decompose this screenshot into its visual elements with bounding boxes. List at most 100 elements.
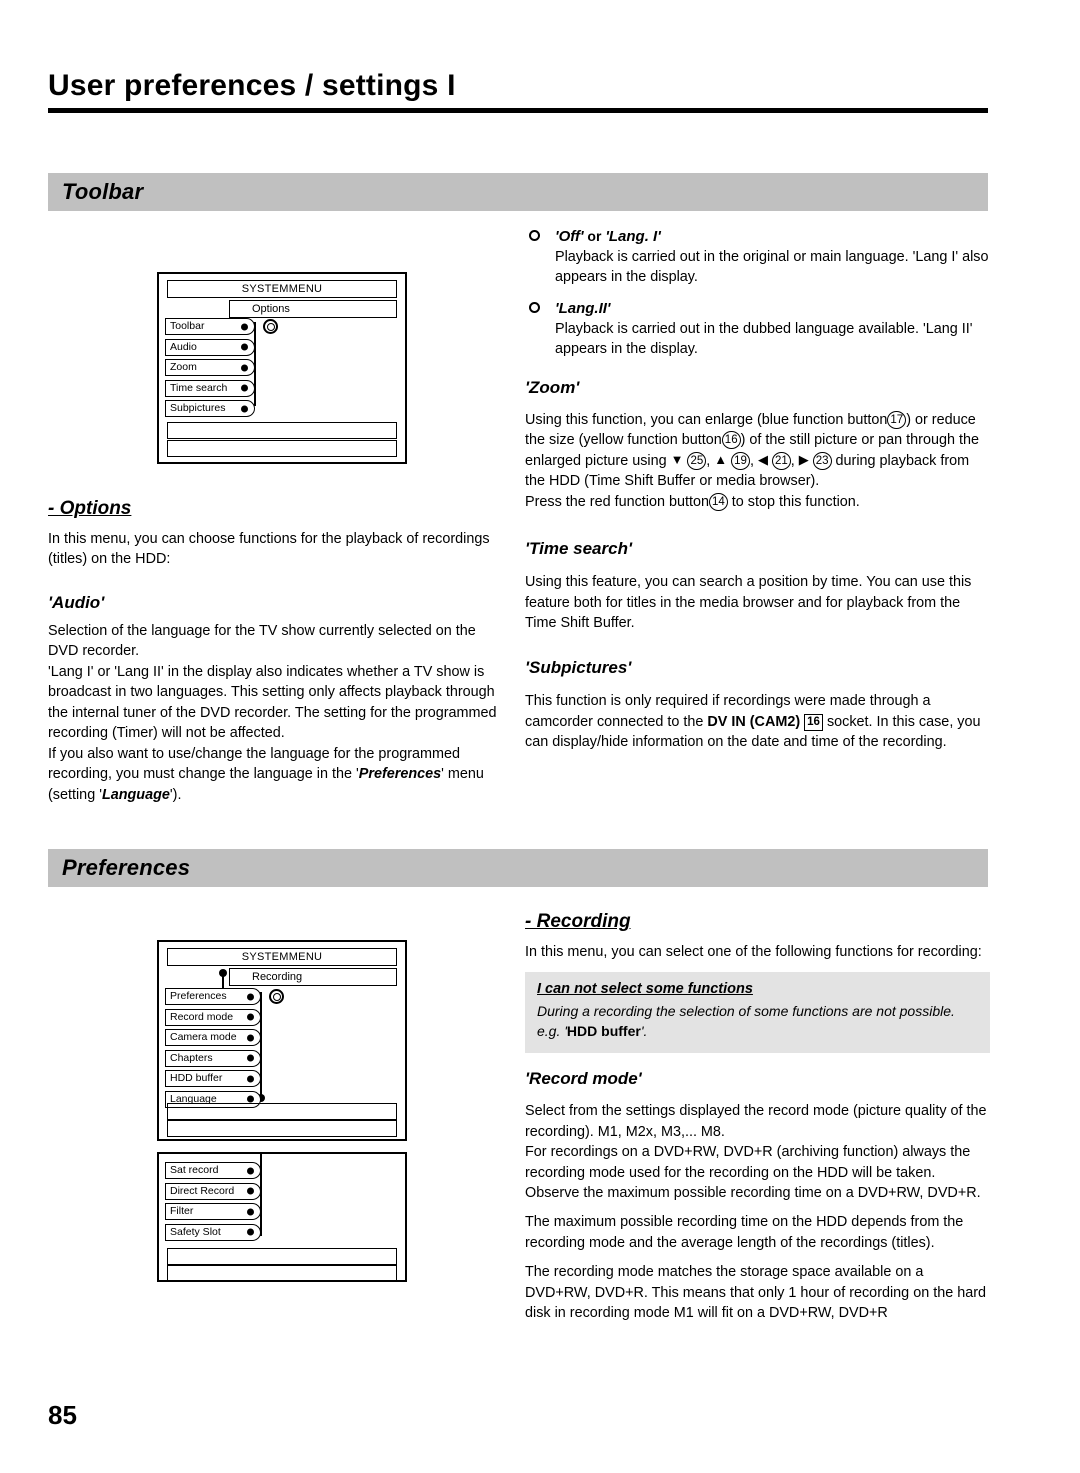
- tv-menu-pill-dot: [247, 1208, 254, 1215]
- tv-menu-pill-time-search[interactable]: Time search: [165, 379, 255, 397]
- bullet-title-a: 'Off': [555, 228, 584, 245]
- audio-p3-language: Language: [101, 786, 170, 803]
- recording-heading: - Recording: [525, 911, 631, 932]
- tv-menu-recording-2: Sat record Direct Record Filter Safety S…: [157, 1152, 407, 1282]
- tv-menu-pill-dot: [247, 1167, 254, 1174]
- tv-menu-pill-record-mode[interactable]: Record mode: [165, 1008, 261, 1026]
- tv-menu-item[interactable]: Toolbar: [165, 318, 278, 338]
- key-14: 14: [709, 492, 728, 511]
- record-mode-heading: 'Record mode': [525, 1069, 642, 1089]
- record-mode-p3: Observe the maximum possible recording t…: [525, 1185, 981, 1202]
- tv-menu-pill-label: Subpictures: [170, 402, 226, 415]
- tv-menu-pill-dot: [241, 384, 248, 392]
- tv-menu-item[interactable]: HDD buffer: [165, 1070, 261, 1090]
- record-mode-p1: Select from the settings displayed the r…: [525, 1103, 987, 1140]
- tv-menu-pill-toolbar[interactable]: Toolbar: [165, 318, 255, 335]
- bullet-off-lang1-body: Playback is carried out in the original …: [555, 249, 989, 286]
- tv-menu-item[interactable]: Safety Slot: [165, 1223, 261, 1244]
- tv-menu-pill-label: Camera mode: [170, 1031, 237, 1044]
- key-16-box: 16: [804, 713, 823, 731]
- bullet-title-b: 'Lang. I': [605, 228, 661, 245]
- note-body-c: '.: [640, 1023, 648, 1040]
- tv-menu-pill-label: HDD buffer: [170, 1072, 223, 1085]
- tv-menu-pill-dot: [241, 323, 248, 330]
- tv-menu-pill-dot: [241, 364, 248, 371]
- tv-menu-recording-titlebar: SYSTEMMENU: [167, 948, 397, 966]
- tv-menu-pill-audio[interactable]: Audio: [165, 338, 255, 356]
- tv-menu-pill-camera-mode[interactable]: Camera mode: [165, 1029, 261, 1046]
- key-16: 16: [721, 431, 741, 450]
- tv-menu-item[interactable]: Preferences: [165, 988, 284, 1008]
- tv-menu-pill-label: Toolbar: [170, 320, 205, 333]
- tv-menu-pill-label: Zoom: [170, 361, 197, 374]
- bullet-title-a: 'Lang.II': [555, 299, 611, 317]
- bullet-off-lang1-title: 'Off' or 'Lang. I': [555, 228, 990, 245]
- tv-menu-item[interactable]: Camera mode: [165, 1029, 261, 1049]
- tv-menu-pill-filter[interactable]: Filter: [165, 1203, 261, 1220]
- tv-menu-options-titlebar: SYSTEMMENU: [167, 280, 397, 298]
- audio-p3-preferences: Preferences: [358, 766, 442, 783]
- zoom-p1: Using this function, you can enlarge (bl…: [525, 410, 979, 490]
- section-bar-toolbar: Toolbar: [48, 173, 988, 211]
- tv-menu-pill-safety-slot[interactable]: Safety Slot: [165, 1223, 261, 1241]
- tv-menu-item[interactable]: Zoom: [165, 359, 255, 379]
- key-25: 25: [687, 451, 707, 470]
- tv-menu-item[interactable]: Sat record: [165, 1162, 261, 1182]
- dv-in-cam2-label: DV IN (CAM2): [707, 713, 801, 730]
- tv-menu-pill-preferences[interactable]: Preferences: [165, 988, 261, 1005]
- subpictures-heading: 'Subpictures': [525, 658, 632, 678]
- tv-menu-recording-2-footbar-2: [167, 1265, 397, 1282]
- bullet-lang2: 'Lang.II' Playback is carried out in the…: [525, 300, 990, 360]
- options-heading: - Options: [48, 498, 132, 519]
- tv-menu-pill-dot: [247, 1187, 254, 1195]
- tv-menu-item[interactable]: Filter: [165, 1203, 261, 1223]
- tv-menu-pill-dot: [241, 405, 248, 412]
- bullet-circle-icon: [529, 301, 540, 313]
- header-rule: [48, 107, 988, 113]
- record-mode-p4: The maximum possible recording time on t…: [525, 1214, 964, 1251]
- tv-menu-pill-sat-record[interactable]: Sat record: [165, 1162, 261, 1179]
- record-mode-p2: For recordings on a DVD+RW, DVD+R (archi…: [525, 1144, 971, 1181]
- tv-menu-recording-footbar-1: [167, 1103, 397, 1120]
- tv-menu-options-items: Toolbar Audio Zoom Time search Subpictur…: [165, 318, 278, 421]
- tv-menu-item[interactable]: Record mode: [165, 1008, 261, 1029]
- tv-menu-recording-footbar-2: [167, 1120, 397, 1137]
- tv-menu-pill-subpictures[interactable]: Subpictures: [165, 400, 255, 417]
- zoom-p2: Press the red function button 14 to stop …: [525, 492, 990, 512]
- note-body: During a recording the selection of some…: [537, 1002, 978, 1042]
- tv-menu-options-footbar-2: [167, 440, 397, 457]
- audio-heading: 'Audio': [48, 592, 105, 612]
- tv-menu-pill-hdd-buffer[interactable]: HDD buffer: [165, 1070, 261, 1087]
- tv-menu-pill-dot: [247, 1034, 254, 1041]
- tv-menu-item[interactable]: Subpictures: [165, 400, 255, 420]
- tv-menu-options: SYSTEMMENU Options Toolbar Audio Zoom Ti…: [157, 272, 407, 464]
- tv-menu-pill-dot: [247, 993, 254, 1000]
- bullet-title-or: or: [583, 228, 606, 244]
- section-bar-toolbar-label: Toolbar: [62, 179, 144, 204]
- tv-menu-options-title: SYSTEMMENU: [241, 283, 323, 295]
- key-19: 19: [731, 451, 750, 470]
- tv-menu-pill-direct-record[interactable]: Direct Record: [165, 1182, 261, 1200]
- tv-menu-item[interactable]: Audio: [165, 338, 255, 359]
- recording-intro: In this menu, you can select one of the …: [525, 944, 982, 960]
- document-page: User preferences / settings I Toolbar SY…: [0, 0, 1080, 1473]
- tv-menu-pill-zoom[interactable]: Zoom: [165, 359, 255, 376]
- tv-menu-pill-label: Audio: [170, 340, 197, 353]
- tv-menu-recording-2-items: Sat record Direct Record Filter Safety S…: [165, 1162, 261, 1244]
- tv-menu-pill-label: Record mode: [170, 1010, 234, 1023]
- subpictures-body: This function is only required if record…: [525, 691, 990, 752]
- note-body-hdd-buffer: HDD buffer: [566, 1023, 641, 1040]
- key-23: 23: [812, 451, 832, 470]
- tv-menu-item[interactable]: Chapters: [165, 1049, 261, 1070]
- page-title: User preferences / settings I: [48, 69, 456, 102]
- note-box-cannot-select: I can not select some functions During a…: [525, 972, 990, 1054]
- tv-menu-pill-chapters[interactable]: Chapters: [165, 1049, 261, 1067]
- tv-menu-pill-label: Chapters: [170, 1051, 213, 1064]
- tv-menu-item[interactable]: Time search: [165, 379, 255, 400]
- selector-ring-icon: [263, 319, 278, 334]
- zoom-t6: to stop this function.: [731, 493, 860, 510]
- section-bar-preferences-label: Preferences: [62, 855, 191, 880]
- tv-menu-item[interactable]: Direct Record: [165, 1182, 261, 1203]
- section-bar-preferences: Preferences: [48, 849, 988, 887]
- time-search-body: Using this feature, you can search a pos…: [525, 574, 972, 631]
